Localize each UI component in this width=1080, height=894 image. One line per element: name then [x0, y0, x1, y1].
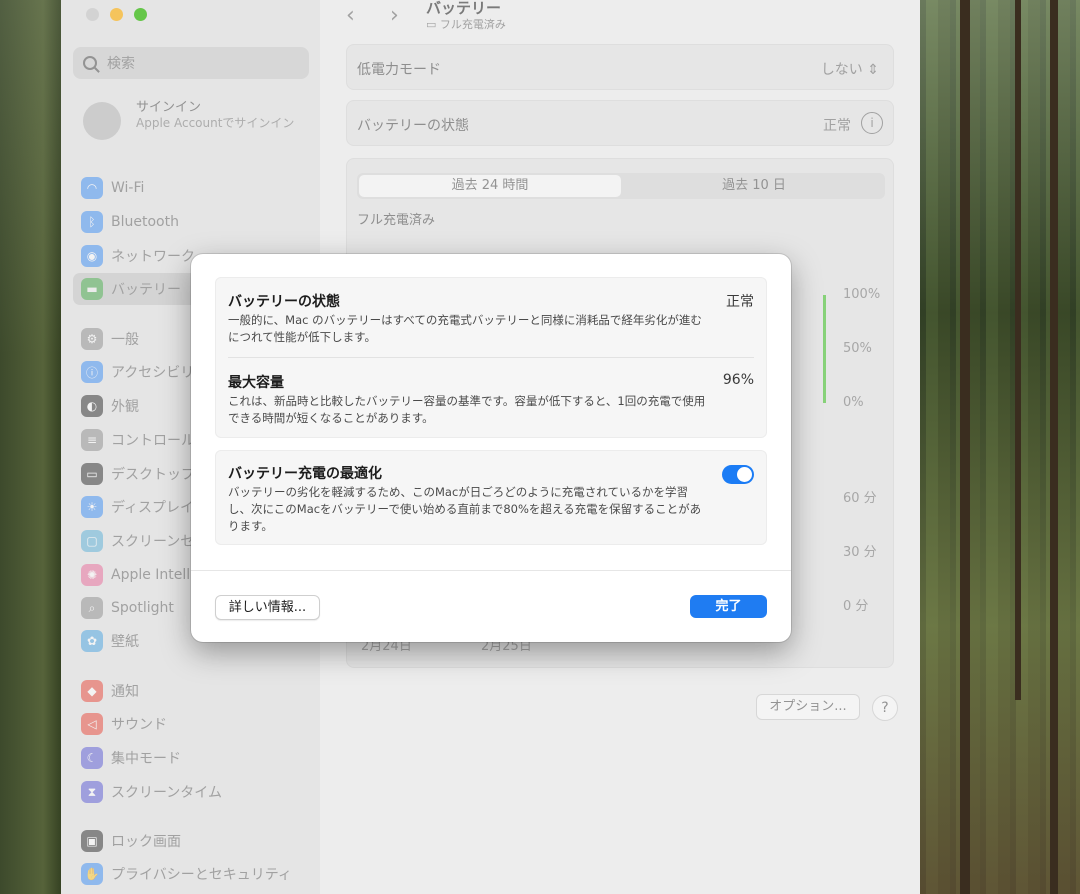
optimize-desc: バッテリーの劣化を軽減するため、このMacが日ごろどのように充電されているかを学…	[228, 485, 702, 533]
optimize-box: バッテリー充電の最適化 バッテリーの劣化を軽減するため、このMacが日ごろどのよ…	[215, 450, 767, 545]
capacity-title: 最大容量	[228, 375, 284, 391]
done-button[interactable]: 完了	[690, 595, 767, 618]
sheet-health-value: 正常	[726, 294, 754, 310]
sheet-divider	[191, 570, 791, 571]
tree-trunk	[960, 0, 970, 894]
sheet-health-desc: 一般的に、Mac のバッテリーはすべての充電式バッテリーと同様に消耗品で経年劣化…	[228, 313, 702, 344]
optimize-toggle[interactable]	[722, 465, 754, 484]
details-button[interactable]: 詳しい情報...	[215, 595, 320, 620]
sheet-health-title: バッテリーの状態	[228, 294, 340, 310]
tree-trunk	[1050, 0, 1058, 894]
capacity-desc: これは、新品時と比較したバッテリー容量の基準です。容量が低下すると、1回の充電で…	[228, 394, 706, 425]
health-info-box: バッテリーの状態 正常 一般的に、Mac のバッテリーはすべての充電式バッテリー…	[215, 277, 767, 438]
capacity-value: 96%	[722, 372, 754, 388]
battery-health-sheet: バッテリーの状態 正常 一般的に、Mac のバッテリーはすべての充電式バッテリー…	[191, 254, 791, 642]
toggle-knob	[737, 467, 752, 482]
divider	[228, 357, 754, 358]
optimize-title: バッテリー充電の最適化	[228, 466, 382, 482]
tree-trunk	[1015, 0, 1021, 700]
